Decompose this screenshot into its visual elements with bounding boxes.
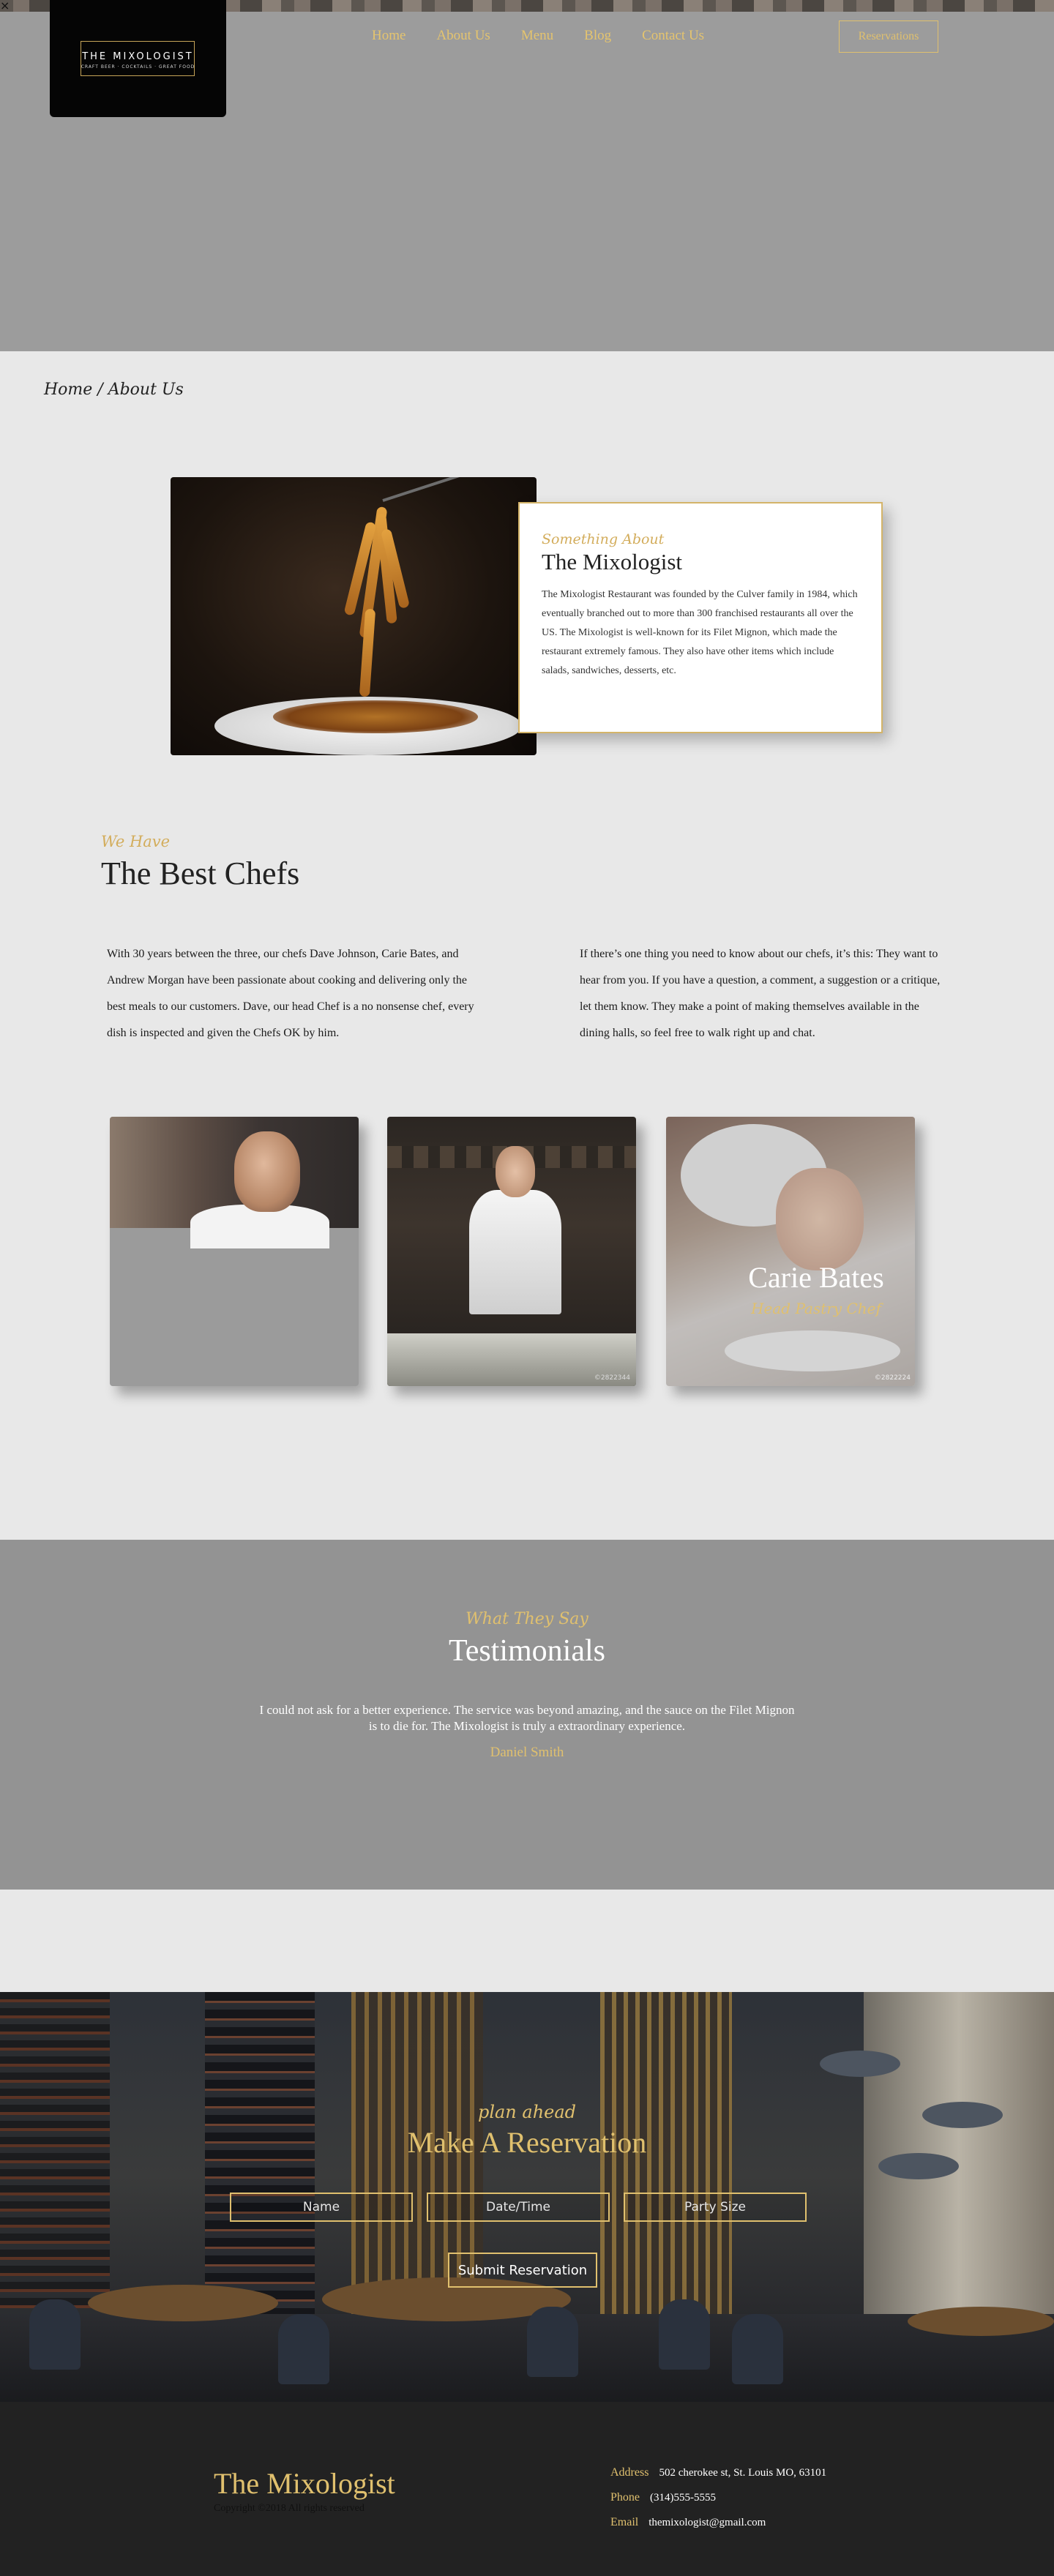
about-kicker: Something About [542,531,665,547]
chef-coat [469,1190,561,1314]
nav-blog[interactable]: Blog [584,28,611,44]
nav-about-us[interactable]: About Us [436,28,490,44]
photo-watermark: ©2822224 [874,1374,911,1382]
footer-phone: Phone (314)555-5555 [610,2491,716,2504]
card-hover-overlay [666,1117,915,1386]
pasta-photo [171,477,537,755]
footer-email: Email themixologist@gmail.com [610,2516,766,2529]
reservation-title: Make A Reservation [407,2126,647,2159]
testimonials-title: Testimonials [448,1634,606,1668]
chef-photo [110,1117,359,1248]
reservation-kicker: plan ahead [477,2102,577,2122]
phone-label: Phone [610,2491,640,2504]
datetime-input[interactable] [427,2193,610,2222]
email-label: Email [610,2516,639,2528]
chef-head [234,1131,300,1212]
about-body: The Mixologist Restaurant was founded by… [542,589,858,676]
nav-home[interactable]: Home [372,28,405,44]
chefs-paragraph-right: If there’s one thing you need to know ab… [580,948,941,1039]
footer-title: The Mixologist [214,2467,395,2500]
name-input[interactable] [230,2193,413,2222]
chef-name: Carie Bates [748,1261,884,1294]
reservation-section: plan ahead Make A Reservation Submit Res… [0,1992,1054,2402]
address-value: 502 cherokee st, St. Louis MO, 63101 [659,2467,827,2479]
nav-contact-us[interactable]: Contact Us [642,28,704,44]
chef-card[interactable] [110,1117,359,1386]
reservation-form: plan ahead Make A Reservation Submit Res… [0,1992,1054,2402]
testimonial-quote: I could not ask for a better experience.… [259,1703,795,1733]
chef-card[interactable]: ©2822344 [387,1117,636,1386]
testimonial-author: Daniel Smith [490,1745,564,1760]
main-nav: Home About Us Menu Blog Contact Us [372,28,735,44]
party-size-input[interactable] [624,2193,807,2222]
about-title: The Mixologist [542,549,683,574]
footer: The Mixologist Copyright ©2018 All right… [0,2402,1054,2576]
close-icon[interactable]: × [0,0,10,12]
submit-reservation-button[interactable]: Submit Reservation [448,2253,597,2288]
address-label: Address [610,2466,649,2479]
chef-role: Head Pastry Chef [751,1300,881,1317]
footer-address: Address 502 cherokee st, St. Louis MO, 6… [610,2466,826,2479]
chef-card[interactable]: Carie Bates Head Pastry Chef ©2822224 [666,1117,915,1386]
reservations-button[interactable]: Reservations [839,20,938,53]
fork-shape [382,477,474,502]
nav-menu[interactable]: Menu [521,28,553,44]
chefs-paragraph-left: With 30 years between the three, our che… [107,948,474,1039]
about-card: Something About The Mixologist The Mixol… [518,502,883,733]
breadcrumb: Home / About Us [44,381,184,399]
hero: × THE MIXOLOGIST CRAFT BEER · COCKTAILS … [0,0,1054,351]
chefs-kicker: We Have [101,833,171,850]
chef-head [496,1146,535,1197]
photo-watermark: ©2822344 [594,1374,630,1382]
pasta-on-plate [273,700,478,733]
logo[interactable]: THE MIXOLOGIST CRAFT BEER · COCKTAILS · … [50,0,226,117]
footer-copyright: Copyright ©2018 All rights reserved [214,2503,365,2514]
phone-value[interactable]: (314)555-5555 [650,2492,716,2504]
chefs-title: The Best Chefs [101,855,300,891]
logo-title: THE MIXOLOGIST [82,51,194,62]
logo-subtitle: CRAFT BEER · COCKTAILS · GREAT FOOD [81,64,195,70]
email-value[interactable]: themixologist@gmail.com [649,2517,766,2528]
testimonials-section: What They Say Testimonials I could not a… [0,1540,1054,1890]
testimonials-kicker: What They Say [466,1610,588,1628]
